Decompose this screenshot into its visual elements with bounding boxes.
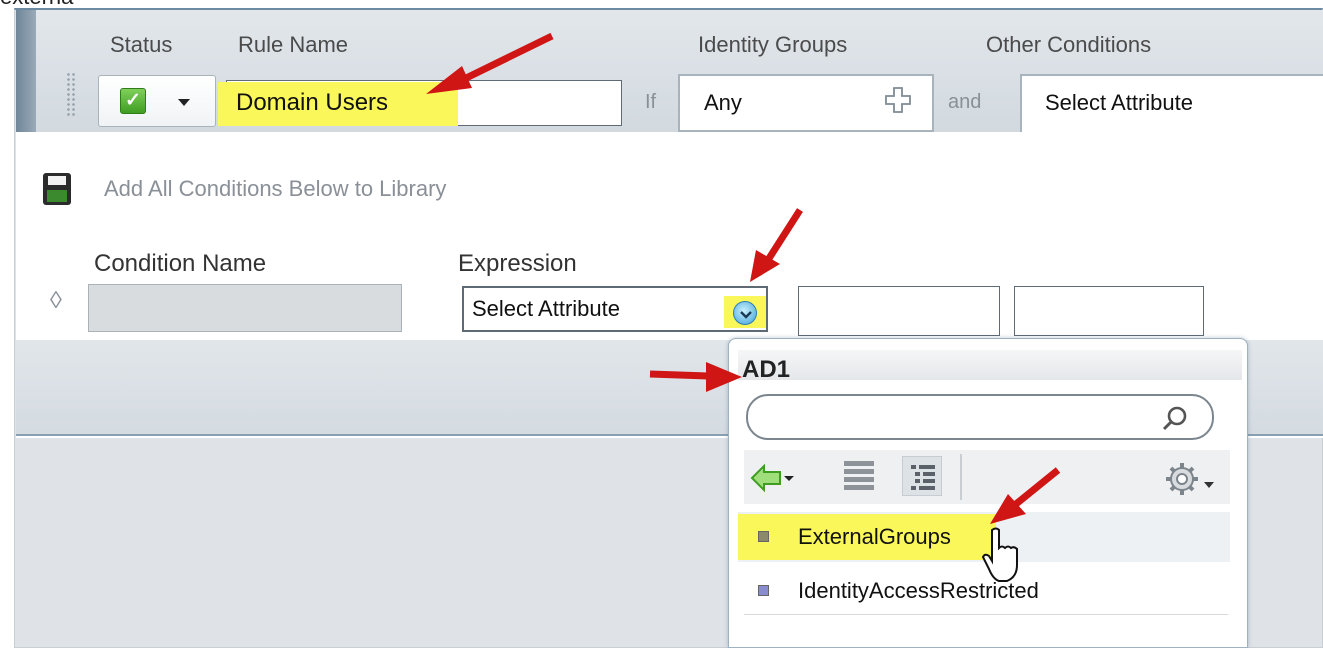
other-conditions-value: Select Attribute bbox=[1045, 90, 1193, 115]
popup-title-band bbox=[738, 350, 1242, 380]
list-divider bbox=[744, 614, 1228, 615]
left-edge-strip bbox=[16, 10, 36, 134]
attribute-search-input[interactable] bbox=[746, 394, 1214, 440]
condition-name-label: Condition Name bbox=[94, 250, 267, 277]
identity-groups-column-header: Identity Groups bbox=[698, 32, 848, 57]
hand-pointer-cursor-icon bbox=[982, 527, 1018, 582]
list-item-label: ExternalGroups bbox=[798, 524, 951, 549]
operator-input[interactable] bbox=[798, 286, 1000, 336]
toolbar-divider bbox=[960, 454, 962, 500]
add-plus-icon[interactable] bbox=[884, 86, 912, 114]
annotation-arrow bbox=[990, 467, 1061, 524]
value-input[interactable] bbox=[1014, 286, 1204, 336]
add-conditions-to-library-link[interactable]: Add All Conditions Below to Library bbox=[104, 176, 446, 202]
save-disk-icon[interactable] bbox=[42, 172, 72, 206]
identity-groups-value: Any bbox=[704, 90, 742, 115]
condition-name-input[interactable] bbox=[88, 284, 402, 332]
expand-dropdown-icon[interactable] bbox=[733, 301, 757, 325]
annotation-arrow bbox=[649, 362, 742, 392]
annotation-arrow bbox=[750, 208, 803, 282]
tree-view-icon bbox=[911, 465, 935, 490]
enabled-check-icon: ✓ bbox=[120, 88, 146, 114]
rule-name-value[interactable]: Domain Users bbox=[230, 84, 394, 122]
and-label: and bbox=[948, 91, 982, 113]
attribute-bullet-icon bbox=[758, 585, 769, 596]
search-icon[interactable] bbox=[1160, 404, 1190, 434]
list-view-icon[interactable] bbox=[842, 458, 876, 494]
gear-icon[interactable] bbox=[1160, 458, 1222, 500]
expression-value: Select Attribute bbox=[472, 296, 620, 321]
other-conditions-column-header: Other Conditions bbox=[986, 32, 1152, 57]
expression-label: Expression bbox=[458, 250, 577, 277]
group-bullet-icon bbox=[758, 531, 769, 542]
status-column-header: Status bbox=[110, 32, 173, 57]
annotation-arrow bbox=[426, 32, 554, 94]
chevron-down-icon[interactable] bbox=[178, 99, 190, 106]
back-arrow-icon[interactable] bbox=[748, 462, 796, 494]
status-dropdown[interactable] bbox=[98, 75, 216, 127]
if-label: If bbox=[645, 91, 657, 113]
tree-view-button[interactable] bbox=[902, 456, 942, 496]
popup-title: AD1 bbox=[742, 356, 791, 383]
drag-handle[interactable] bbox=[66, 72, 76, 116]
diamond-icon: ◊ bbox=[50, 287, 62, 314]
chevron-down-icon bbox=[740, 311, 752, 319]
rule-name-column-header: Rule Name bbox=[238, 32, 349, 57]
